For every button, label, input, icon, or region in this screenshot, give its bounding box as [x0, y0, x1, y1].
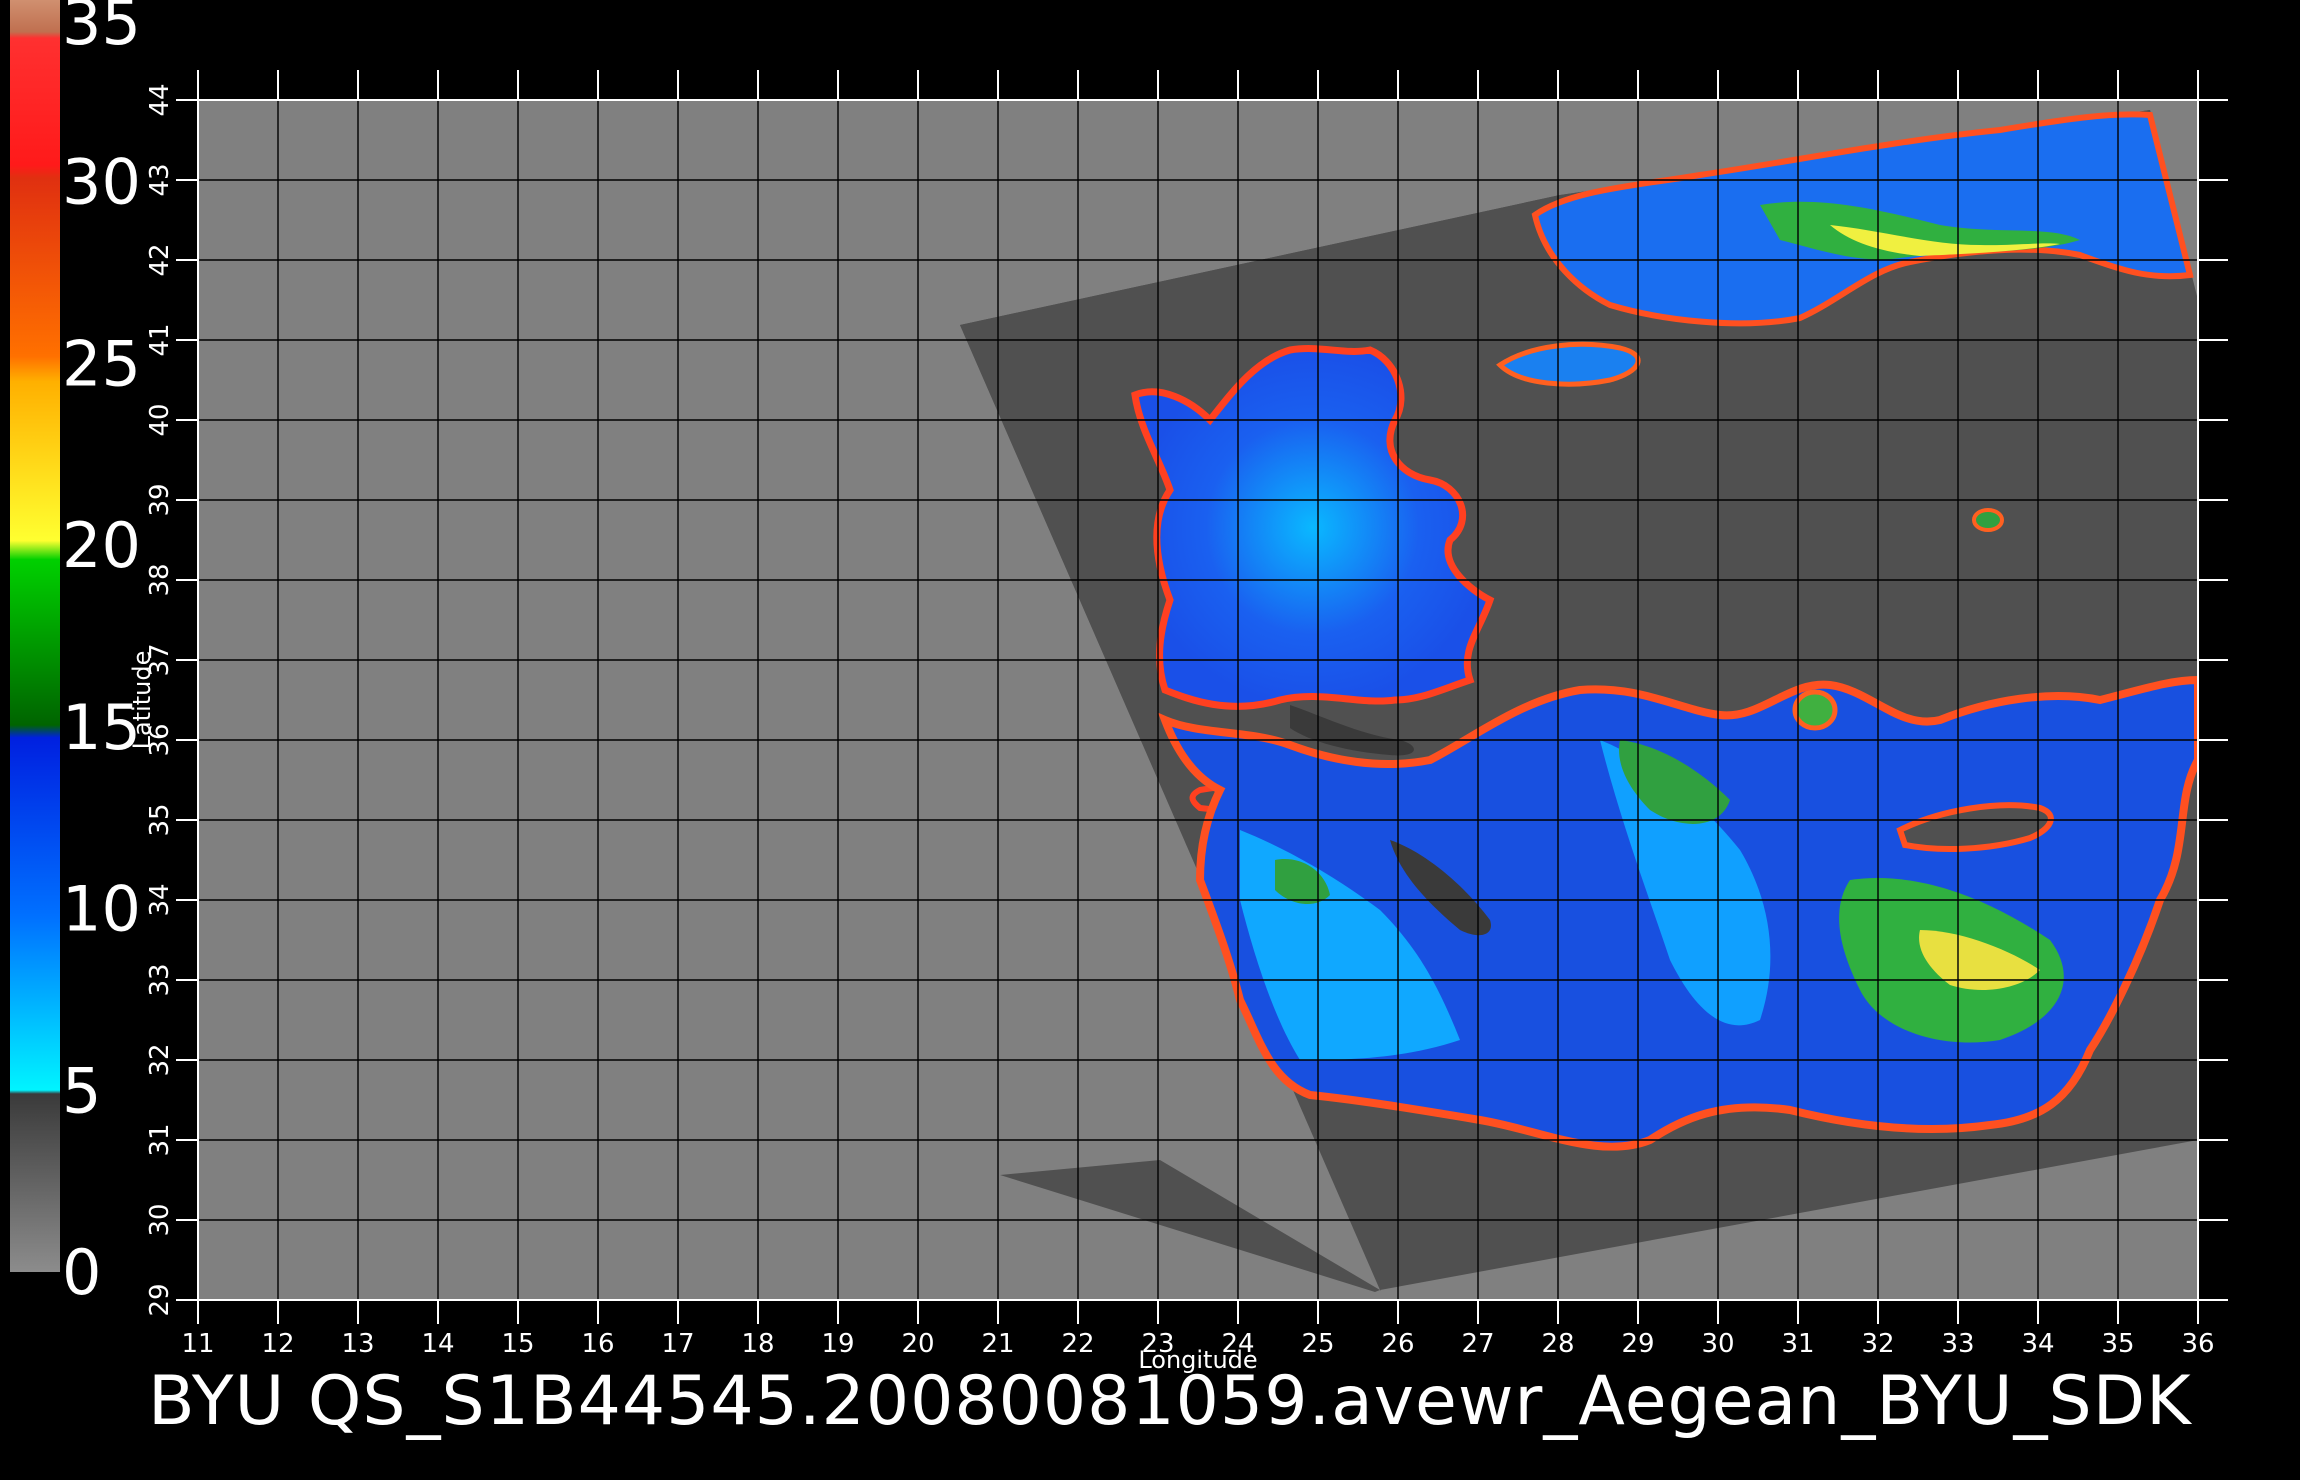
x-tick-label: 13 [341, 1329, 374, 1359]
y-tick-label: 38 [145, 563, 175, 596]
y-tick-label: 39 [145, 483, 175, 516]
y-tick-label: 31 [145, 1123, 175, 1156]
colorbar-label: 35 [62, 0, 141, 59]
y-axis-title: Latitude [128, 651, 156, 750]
colorbar-label: 20 [62, 509, 141, 582]
x-tick-label: 12 [261, 1329, 294, 1359]
x-tick-label: 19 [821, 1329, 854, 1359]
x-tick-label: 31 [1781, 1329, 1814, 1359]
x-tick-label: 16 [581, 1329, 614, 1359]
x-tick-label: 18 [741, 1329, 774, 1359]
y-tick-label: 44 [145, 83, 175, 116]
y-tick-label: 35 [145, 803, 175, 836]
colorbar-label: 25 [62, 327, 141, 400]
y-tick-label: 42 [145, 243, 175, 276]
image-caption: BYU QS_S1B44545.20080081059.avewr_Aegean… [148, 1362, 2192, 1441]
x-tick-label: 20 [901, 1329, 934, 1359]
lake-eastern [1792, 689, 1838, 731]
x-tick-label: 35 [2101, 1329, 2134, 1359]
x-tick-label: 17 [661, 1329, 694, 1359]
x-tick-label: 34 [2021, 1329, 2054, 1359]
colorbar-label: 10 [62, 873, 141, 946]
x-tick-label: 25 [1301, 1329, 1334, 1359]
colorbar-label: 5 [62, 1054, 101, 1127]
lake-tuz [1972, 508, 2004, 532]
x-tick-label: 11 [181, 1329, 214, 1359]
y-tick-label: 34 [145, 883, 175, 916]
y-tick-label: 41 [145, 323, 175, 356]
x-tick-label: 32 [1861, 1329, 1894, 1359]
x-tick-label: 36 [2181, 1329, 2214, 1359]
y-tick-label: 33 [145, 963, 175, 996]
y-tick-label: 43 [145, 163, 175, 196]
x-tick-label: 27 [1461, 1329, 1494, 1359]
y-tick-label: 32 [145, 1043, 175, 1076]
x-tick-label: 29 [1621, 1329, 1654, 1359]
x-tick-label: 15 [501, 1329, 534, 1359]
map-figure: 05101520253035 11 12 13 14 15 16 17 18 1… [10, 0, 2228, 1374]
x-tick-label: 30 [1701, 1329, 1734, 1359]
x-tick-label: 33 [1941, 1329, 1974, 1359]
colorbar-label: 30 [62, 146, 141, 219]
colorbar [10, 0, 60, 1272]
x-tick-label: 26 [1381, 1329, 1414, 1359]
x-tick-label: 14 [421, 1329, 454, 1359]
y-tick-label: 40 [145, 403, 175, 436]
colorbar-label: 0 [62, 1236, 101, 1309]
x-tick-label: 28 [1541, 1329, 1574, 1359]
x-tick-label: 21 [981, 1329, 1014, 1359]
y-tick-label: 30 [145, 1203, 175, 1236]
x-tick-label: 22 [1061, 1329, 1094, 1359]
y-tick-label: 29 [145, 1283, 175, 1316]
